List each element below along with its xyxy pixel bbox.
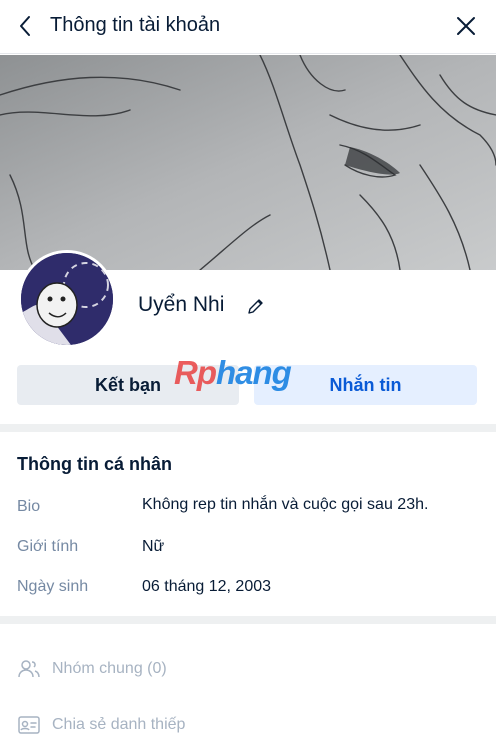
avatar-image <box>21 253 113 345</box>
pencil-icon <box>248 299 263 314</box>
header-bar: Thông tin tài khoản <box>0 0 496 54</box>
edit-name-button[interactable] <box>246 296 266 316</box>
mutual-groups-label: Nhóm chung (0) <box>52 660 167 677</box>
mutual-groups-row[interactable]: Nhóm chung (0) <box>17 655 167 683</box>
close-icon <box>457 17 475 35</box>
cover-photo[interactable] <box>0 55 496 270</box>
watermark-part-1: Rp <box>174 354 217 391</box>
share-card-row[interactable]: Chia sẻ danh thiếp <box>17 711 185 739</box>
share-card-label: Chia sẻ danh thiếp <box>52 716 186 733</box>
personal-info-title: Thông tin cá nhân <box>17 454 172 474</box>
back-button[interactable] <box>12 12 40 40</box>
close-button[interactable] <box>452 12 480 40</box>
chevron-left-icon <box>20 16 30 36</box>
birthday-value: 06 tháng 12, 2003 <box>142 578 272 595</box>
contact-card-icon <box>18 716 40 734</box>
group-icon <box>18 660 40 678</box>
page-title: Thông tin tài khoản <box>50 14 221 36</box>
avatar[interactable] <box>18 250 116 348</box>
section-divider <box>0 424 496 432</box>
cover-illustration <box>0 55 496 270</box>
birthday-label: Ngày sinh <box>17 578 89 595</box>
watermark-logo: Rphang <box>174 354 292 392</box>
gender-value: Nữ <box>142 538 165 555</box>
gender-label: Giới tính <box>17 538 79 555</box>
bio-label: Bio <box>17 498 41 515</box>
profile-name: Uyển Nhi <box>138 293 225 316</box>
bio-value: Không rep tin nhắn và cuộc gọi sau 23h. <box>142 496 429 513</box>
watermark-part-2: hang <box>216 354 292 391</box>
section-divider <box>0 616 496 624</box>
